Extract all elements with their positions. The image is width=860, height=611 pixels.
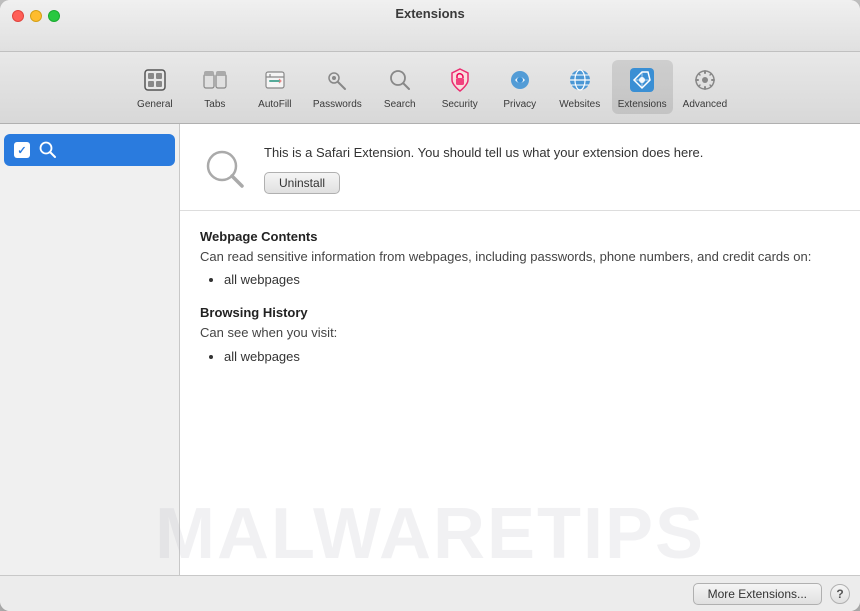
webpage-contents-desc: Can read sensitive information from webp… xyxy=(200,248,840,266)
sidebar-item-search[interactable]: ✓ xyxy=(4,134,175,166)
footer: More Extensions... ? xyxy=(0,575,860,611)
title-bar: Extensions xyxy=(0,0,860,52)
toolbar-item-security[interactable]: Security xyxy=(432,60,488,114)
more-extensions-button[interactable]: More Extensions... xyxy=(693,583,822,605)
extension-permissions: Webpage Contents Can read sensitive info… xyxy=(180,211,860,575)
close-button[interactable] xyxy=(12,10,24,22)
detail-panel: This is a Safari Extension. You should t… xyxy=(180,124,860,575)
uninstall-button[interactable]: Uninstall xyxy=(264,172,340,194)
general-icon xyxy=(139,64,171,96)
tabs-label: Tabs xyxy=(204,99,225,110)
search-toolbar-icon xyxy=(384,64,416,96)
general-label: General xyxy=(137,99,173,110)
tabs-icon xyxy=(199,64,231,96)
browsing-history-item: all webpages xyxy=(224,349,840,364)
advanced-label: Advanced xyxy=(683,99,727,110)
sidebar: ✓ xyxy=(0,124,180,575)
toolbar-item-passwords[interactable]: Passwords xyxy=(307,60,368,114)
webpage-contents-item: all webpages xyxy=(224,272,840,287)
search-label: Search xyxy=(384,99,416,110)
browsing-history-list: all webpages xyxy=(200,349,840,364)
toolbar-item-websites[interactable]: Websites xyxy=(552,60,608,114)
traffic-lights xyxy=(12,10,60,22)
extensions-icon xyxy=(626,64,658,96)
autofill-label: AutoFill xyxy=(258,99,291,110)
maximize-button[interactable] xyxy=(48,10,60,22)
toolbar-item-general[interactable]: General xyxy=(127,60,183,114)
main-content: ✓ This is a Safari xyxy=(0,124,860,575)
search-extension-icon xyxy=(38,140,58,160)
browsing-history-desc: Can see when you visit: xyxy=(200,324,840,342)
toolbar: General Tabs xyxy=(0,52,860,124)
autofill-icon xyxy=(259,64,291,96)
webpage-contents-title: Webpage Contents xyxy=(200,229,840,244)
minimize-button[interactable] xyxy=(30,10,42,22)
privacy-icon xyxy=(504,64,536,96)
extension-large-icon xyxy=(200,144,248,192)
passwords-icon xyxy=(321,64,353,96)
security-icon xyxy=(444,64,476,96)
permission-section-history: Browsing History Can see when you visit:… xyxy=(200,305,840,363)
toolbar-item-extensions[interactable]: Extensions xyxy=(612,60,673,114)
permission-section-webpage: Webpage Contents Can read sensitive info… xyxy=(200,229,840,287)
safari-preferences-window: Extensions General xyxy=(0,0,860,611)
webpage-contents-list: all webpages xyxy=(200,272,840,287)
extension-header: This is a Safari Extension. You should t… xyxy=(180,124,860,211)
websites-label: Websites xyxy=(559,99,600,110)
extension-checkbox[interactable]: ✓ xyxy=(14,142,30,158)
passwords-label: Passwords xyxy=(313,99,362,110)
toolbar-item-autofill[interactable]: AutoFill xyxy=(247,60,303,114)
browsing-history-title: Browsing History xyxy=(200,305,840,320)
help-button[interactable]: ? xyxy=(830,584,850,604)
toolbar-item-tabs[interactable]: Tabs xyxy=(187,60,243,114)
window-title: Extensions xyxy=(395,6,464,21)
extension-description: This is a Safari Extension. You should t… xyxy=(264,144,840,162)
security-label: Security xyxy=(442,99,478,110)
toolbar-item-privacy[interactable]: Privacy xyxy=(492,60,548,114)
advanced-icon xyxy=(689,64,721,96)
privacy-label: Privacy xyxy=(503,99,536,110)
websites-icon xyxy=(564,64,596,96)
toolbar-item-search[interactable]: Search xyxy=(372,60,428,114)
extensions-label: Extensions xyxy=(618,99,667,110)
toolbar-item-advanced[interactable]: Advanced xyxy=(677,60,733,114)
extension-info: This is a Safari Extension. You should t… xyxy=(264,144,840,194)
